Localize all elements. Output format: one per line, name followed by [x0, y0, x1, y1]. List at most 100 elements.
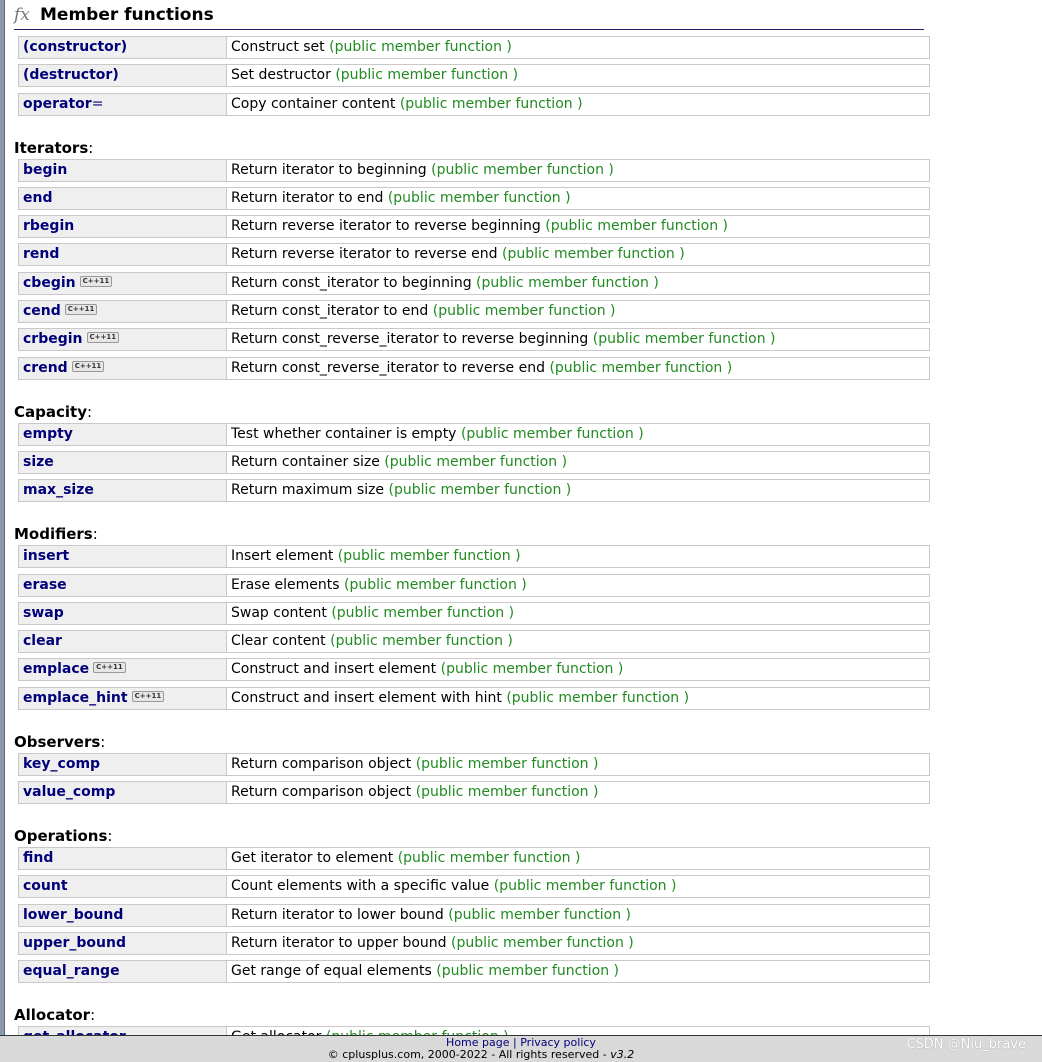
function-link[interactable]: cend [23, 303, 61, 319]
function-name-cell: operator= [19, 93, 227, 115]
function-name-cell: find [19, 848, 227, 870]
function-name-cell: cbegin C++11 [19, 272, 227, 294]
function-description: Return comparison object [231, 784, 412, 801]
function-kind: (public member function ) [399, 95, 583, 112]
function-description: Return container size [231, 453, 380, 470]
function-name-cell: size [19, 451, 227, 473]
section-title: Iterators [14, 138, 89, 157]
function-description: Copy container content [231, 95, 396, 112]
function-link[interactable]: begin [23, 162, 67, 178]
function-description: Construct and insert element [231, 661, 437, 678]
function-link[interactable]: rend [23, 246, 59, 262]
colon: : [90, 1006, 96, 1025]
section-heading: Observers: [14, 731, 930, 753]
page-title: Member functions [40, 5, 214, 25]
function-link[interactable]: rbegin [23, 218, 74, 234]
left-border [0, 0, 5, 1035]
function-link[interactable]: emplace_hint [23, 690, 128, 706]
function-link[interactable]: emplace [23, 661, 89, 677]
function-description: Return iterator to beginning [231, 161, 427, 178]
function-description-cell: Return const_reverse_iterator to reverse… [227, 357, 929, 379]
function-link[interactable]: max_size [23, 482, 94, 498]
function-name-cell: clear [19, 631, 227, 653]
function-link[interactable]: find [23, 850, 53, 866]
function-description-cell: Return iterator to lower bound (public m… [227, 904, 929, 926]
function-description: Set destructor [231, 67, 331, 84]
function-kind: (public member function ) [331, 604, 515, 621]
function-description: Clear content [231, 633, 326, 650]
table-row: insert Insert element (public member fun… [18, 545, 930, 569]
function-link[interactable]: (destructor) [23, 67, 119, 83]
function-description-cell: Set destructor (public member function ) [227, 65, 929, 87]
table-row: clear Clear content (public member funct… [18, 630, 930, 654]
function-description-cell: Construct and insert element (public mem… [227, 659, 929, 681]
function-description: Get iterator to element [231, 850, 394, 867]
section-heading: Iterators: [14, 137, 930, 159]
section-heading: Allocator: [14, 1004, 930, 1026]
cpp11-badge-icon: C++11 [131, 690, 165, 702]
function-description: Get range of equal elements [231, 963, 432, 980]
function-description-cell: Return iterator to beginning (public mem… [227, 159, 929, 181]
function-kind: (public member function ) [388, 482, 572, 499]
function-description: Return const_iterator to beginning [231, 274, 472, 291]
table-row: find Get iterator to element (public mem… [18, 847, 930, 871]
function-link[interactable]: cbegin [23, 275, 76, 291]
table-row: upper_bound Return iterator to upper bou… [18, 931, 930, 955]
function-kind: (public member function ) [440, 661, 624, 678]
section-title: Observers [14, 732, 101, 751]
table-row: swap Swap content (public member functio… [18, 601, 930, 625]
section-heading: Operations: [14, 825, 930, 847]
function-link[interactable]: clear [23, 633, 62, 649]
function-name-cell: cend C++11 [19, 301, 227, 323]
function-link[interactable]: size [23, 454, 54, 470]
function-description-cell: Insert element (public member function ) [227, 546, 929, 568]
function-description-cell: Return comparison object (public member … [227, 782, 929, 804]
function-link[interactable]: crend [23, 360, 68, 376]
function-description-cell: Return comparison object (public member … [227, 753, 929, 775]
cpp11-badge-icon: C++11 [64, 304, 98, 316]
function-description-cell: Return reverse iterator to reverse end (… [227, 244, 929, 266]
table-row: cbegin C++11 Return const_iterator to beg… [18, 271, 930, 295]
function-name-cell: end [19, 187, 227, 209]
function-name-suffix: = [91, 95, 104, 112]
function-link[interactable]: lower_bound [23, 907, 123, 923]
function-description-cell: Copy container content (public member fu… [227, 93, 929, 115]
function-link[interactable]: (constructor) [23, 39, 127, 55]
function-link[interactable]: equal_range [23, 963, 120, 979]
function-link[interactable]: key_comp [23, 756, 100, 772]
copyright: © cplusplus.com, 2000-2022 - All rights … [0, 1049, 1042, 1061]
function-description-cell: Return iterator to upper bound (public m… [227, 932, 929, 954]
function-kind: (public member function ) [415, 784, 599, 801]
function-link[interactable]: end [23, 190, 52, 206]
colon: : [86, 402, 93, 421]
function-name-cell: swap [19, 602, 227, 624]
function-link[interactable]: erase [23, 577, 67, 593]
table-row: key_comp Return comparison object (publi… [18, 752, 930, 776]
function-link[interactable]: count [23, 878, 68, 894]
function-description-cell: Erase elements (public member function ) [227, 574, 929, 596]
function-link[interactable]: empty [23, 426, 73, 442]
function-link[interactable]: crbegin [23, 331, 83, 347]
table-row: rbegin Return reverse iterator to revers… [18, 215, 930, 239]
function-name-cell: upper_bound [19, 932, 227, 954]
function-description: Erase elements [231, 576, 340, 593]
function-description: Return const_iterator to end [231, 303, 429, 320]
function-link[interactable]: upper_bound [23, 935, 126, 951]
table-row: crbegin C++11 Return const_reverse_iterat… [18, 328, 930, 352]
section-heading: Modifiers: [14, 523, 930, 545]
function-link[interactable]: value_comp [23, 784, 115, 800]
function-kind: (public member function ) [436, 963, 620, 980]
function-description-cell: Swap content (public member function ) [227, 602, 929, 624]
function-name-cell: emplace C++11 [19, 659, 227, 681]
function-description: Return maximum size [231, 482, 385, 499]
function-name-cell: max_size [19, 480, 227, 502]
table-row: count Count elements with a specific val… [18, 875, 930, 899]
function-link[interactable]: insert [23, 548, 69, 564]
function-link[interactable]: operator [23, 96, 92, 112]
function-kind: (public member function ) [329, 39, 512, 55]
function-link[interactable]: swap [23, 605, 64, 621]
member-functions-section: fx Member functions (constructor) Constr… [14, 0, 930, 1055]
function-kind: (public member function ) [476, 274, 659, 291]
table-row: erase Erase elements (public member func… [18, 573, 930, 597]
section-title: Allocator [14, 1006, 91, 1025]
